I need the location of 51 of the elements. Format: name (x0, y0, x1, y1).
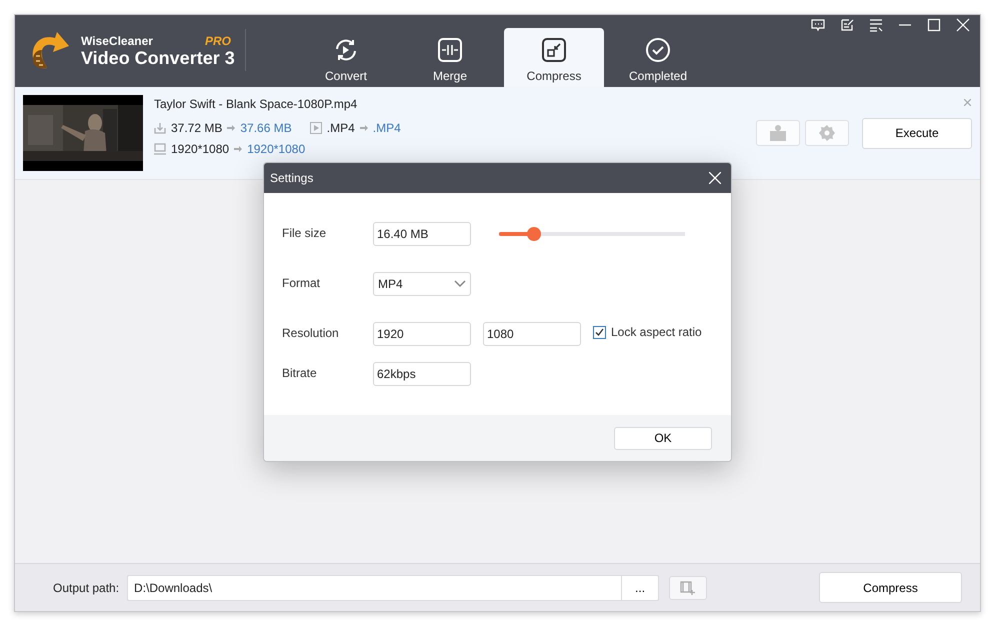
play-box-icon (310, 122, 322, 134)
menu-icon[interactable] (869, 18, 883, 32)
arrow-right-icon (234, 145, 242, 153)
file-name: Taylor Swift - Blank Space-1080P.mp4 (154, 97, 358, 111)
close-icon (709, 172, 721, 184)
gear-icon (819, 125, 835, 141)
tab[interactable]: Merge (400, 28, 500, 87)
edit-icon[interactable] (840, 18, 854, 32)
input-field[interactable]: 16.40 MB (373, 222, 471, 246)
field-label: Bitrate (282, 365, 318, 380)
field-label: File size (282, 225, 328, 240)
compress-icon (541, 36, 567, 62)
execute-button[interactable]: Execute (862, 118, 972, 148)
field-label: Format (282, 275, 322, 290)
monitor-icon (154, 143, 166, 155)
merge-icon (437, 36, 463, 62)
input-field[interactable]: 1920 (373, 322, 471, 346)
checkbox[interactable] (593, 326, 606, 338)
original-resolution: 1920*1080 (171, 142, 230, 156)
input-field[interactable]: 1080 (483, 322, 581, 346)
tab[interactable]: Convert (296, 28, 396, 87)
dialog-title: Settings (270, 171, 314, 185)
check-circle-icon (645, 36, 671, 62)
input-field[interactable]: 62kbps (373, 362, 471, 386)
arrow-right-icon (227, 124, 236, 132)
browse-button[interactable]: ... (621, 574, 660, 600)
ok-button[interactable]: OK (614, 426, 712, 450)
film-plus-icon (680, 580, 696, 594)
lock-aspect-checkbox[interactable]: Lock aspect ratio (593, 322, 702, 339)
chat-icon[interactable] (811, 18, 825, 32)
download-icon (154, 122, 166, 134)
maximize-icon[interactable] (927, 18, 941, 32)
refresh-play-icon (333, 36, 359, 62)
original-format: .MP4 (326, 121, 355, 135)
slider-thumb[interactable] (527, 227, 542, 241)
compress-button[interactable]: Compress (819, 572, 962, 603)
tab[interactable]: Completed (608, 28, 708, 87)
arrow-right-icon (360, 124, 368, 132)
brand-name: WiseCleaner (81, 34, 153, 48)
target-format: .MP4 (372, 121, 401, 135)
target-resolution: 1920*1080 (247, 142, 306, 156)
target-size: 37.66 MB (240, 121, 292, 135)
dropdown[interactable]: MP4 (373, 272, 471, 296)
edition-label: PRO (204, 34, 231, 48)
field-label: Resolution (282, 325, 340, 340)
output-path-label: Output path: (53, 580, 120, 594)
original-size: 37.72 MB (171, 121, 222, 135)
chevron-down-icon (454, 280, 466, 288)
close-button[interactable] (709, 172, 721, 184)
tab[interactable]: Compress (504, 28, 604, 87)
output-path-field[interactable]: D:\Downloads\ (127, 574, 622, 600)
